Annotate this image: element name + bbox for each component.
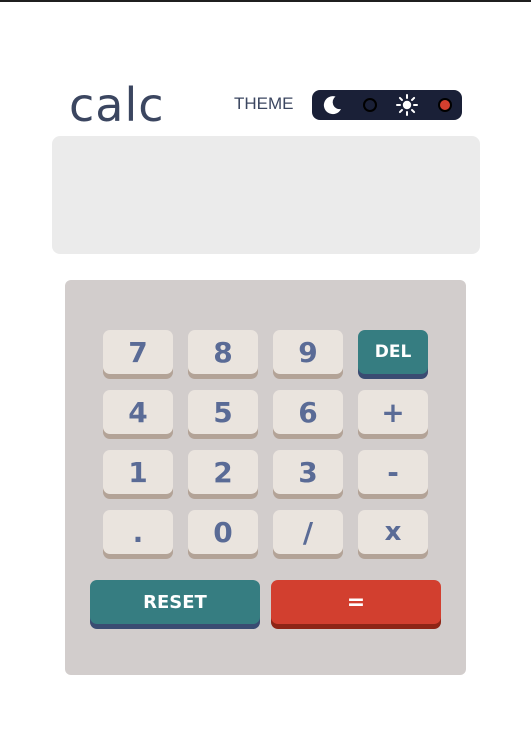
key-4[interactable]: 4 [103,390,173,434]
divide-button[interactable]: / [273,510,343,554]
key-0[interactable]: 0 [188,510,258,554]
reset-button[interactable]: RESET [90,580,260,624]
theme-label: THEME [234,94,294,113]
delete-button[interactable]: DEL [358,330,428,374]
key-8[interactable]: 8 [188,330,258,374]
key-6[interactable]: 6 [273,390,343,434]
key-2[interactable]: 2 [188,450,258,494]
key-3[interactable]: 3 [273,450,343,494]
dark-theme-radio[interactable] [363,98,377,112]
key-5[interactable]: 5 [188,390,258,434]
plus-button[interactable]: + [358,390,428,434]
calculator-display [52,136,480,254]
light-theme-radio[interactable] [438,98,452,112]
equals-button[interactable]: = [271,580,441,624]
key-9[interactable]: 9 [273,330,343,374]
key-7[interactable]: 7 [103,330,173,374]
keypad: 7 8 9 DEL 4 5 6 + 1 2 3 - . 0 / x RESET … [65,280,466,675]
theme-toggle[interactable] [312,90,462,120]
multiply-button[interactable]: x [358,510,428,554]
top-border [0,0,531,2]
app-logo: calc [69,78,165,132]
decimal-button[interactable]: . [103,510,173,554]
minus-button[interactable]: - [358,450,428,494]
key-1[interactable]: 1 [103,450,173,494]
sun-icon[interactable] [395,93,419,117]
moon-icon[interactable] [320,93,344,117]
